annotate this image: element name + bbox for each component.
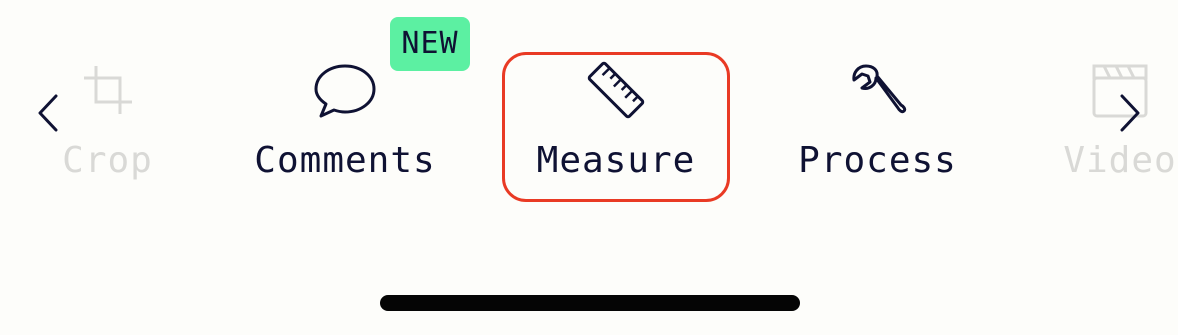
tool-carousel: Crop Comments NEW Measure Process Video bbox=[0, 0, 1178, 240]
ruler-icon bbox=[584, 58, 648, 122]
tool-label-comments: Comments bbox=[254, 140, 436, 181]
tool-label-video: Video bbox=[1063, 140, 1177, 181]
tool-label-process: Process bbox=[798, 140, 957, 181]
tool-video[interactable]: Video bbox=[1030, 52, 1178, 202]
tool-label-crop: Crop bbox=[62, 140, 153, 181]
chevron-right-icon bbox=[1120, 94, 1140, 132]
tool-crop[interactable]: Crop bbox=[40, 52, 175, 202]
wrench-icon bbox=[846, 58, 910, 122]
tool-comments[interactable]: Comments bbox=[230, 52, 460, 202]
tool-measure[interactable]: Measure bbox=[502, 52, 730, 202]
home-indicator[interactable] bbox=[380, 295, 800, 311]
tool-label-measure: Measure bbox=[536, 140, 696, 181]
new-badge: NEW bbox=[390, 17, 470, 71]
scroll-right-button[interactable] bbox=[1110, 88, 1150, 138]
tool-process[interactable]: Process bbox=[770, 52, 985, 202]
crop-icon bbox=[76, 58, 140, 122]
speech-bubble-icon bbox=[313, 58, 377, 122]
